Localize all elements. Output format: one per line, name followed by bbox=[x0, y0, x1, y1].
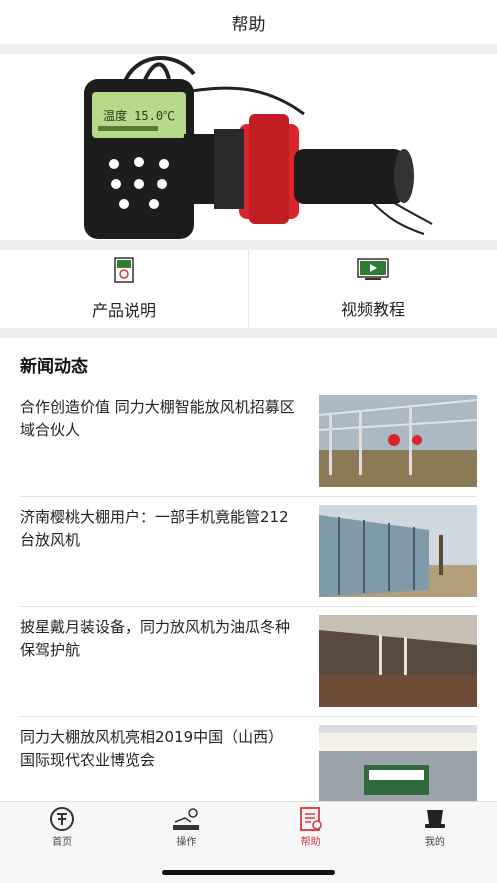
divider bbox=[0, 328, 497, 338]
home-logo-icon bbox=[50, 807, 75, 831]
tab-label: 我的 bbox=[424, 837, 445, 848]
document-icon bbox=[114, 257, 134, 283]
page-header: 帮助 bbox=[0, 0, 497, 44]
divider bbox=[0, 44, 497, 54]
tab-label: 首页 bbox=[52, 837, 73, 848]
news-item-title: 合作创造价值 同力大棚智能放风机招募区域合伙人 bbox=[20, 398, 295, 439]
shortcut-row: 产品说明 视频教程 bbox=[0, 250, 497, 328]
tab-home[interactable]: 首页 bbox=[0, 802, 124, 859]
news-list: 合作创造价值 同力大棚智能放风机招募区域合伙人 济南樱桃大棚用户：一部手机竟能管… bbox=[0, 387, 497, 827]
profile-icon bbox=[424, 810, 445, 828]
shortcut-label: 视频教程 bbox=[340, 300, 405, 319]
tab-label: 操作 bbox=[176, 837, 197, 848]
help-icon bbox=[299, 807, 322, 831]
page-title: 帮助 bbox=[231, 14, 266, 35]
news-item-title: 披星戴月装设备，同力放风机为油瓜冬种保驾护航 bbox=[20, 618, 291, 659]
news-item[interactable]: 济南樱桃大棚用户：一部手机竟能管212台放风机 bbox=[20, 497, 477, 607]
product-manual-button[interactable]: 产品说明 bbox=[0, 250, 248, 328]
news-item-title: 同力大棚放风机亮相2019中国（山西）国际现代农业博览会 bbox=[20, 728, 284, 769]
news-item[interactable]: 合作创造价值 同力大棚智能放风机招募区域合伙人 bbox=[20, 387, 477, 497]
news-item[interactable]: 披星戴月装设备，同力放风机为油瓜冬种保驾护航 bbox=[20, 607, 477, 717]
device-screen-text: 温度 15.0℃ bbox=[102, 108, 174, 123]
news-section-title: 新闻动态 bbox=[20, 357, 88, 377]
video-tutorial-button[interactable]: 视频教程 bbox=[248, 250, 497, 328]
tab-operation[interactable]: 操作 bbox=[124, 802, 248, 859]
video-icon bbox=[357, 258, 389, 280]
news-item-title: 济南樱桃大棚用户：一部手机竟能管212台放风机 bbox=[20, 508, 289, 549]
tab-profile[interactable]: 我的 bbox=[373, 802, 497, 859]
home-indicator bbox=[162, 870, 335, 875]
bottom-tab-bar: 首页 操作 帮助 我的 bbox=[0, 801, 497, 859]
operation-icon bbox=[173, 808, 200, 830]
tab-help[interactable]: 帮助 bbox=[249, 802, 373, 859]
app-screen: 帮助 温度 15.0℃ 产品说明 视频教程 新闻动态 合作创造价值 同力大棚智能… bbox=[0, 0, 497, 883]
tab-label: 帮助 bbox=[300, 837, 321, 848]
product-device-illustration: 温度 15.0℃ bbox=[83, 56, 432, 239]
banner-image[interactable]: 温度 15.0℃ bbox=[0, 54, 497, 240]
news-thumbnail bbox=[319, 615, 477, 707]
news-thumbnail bbox=[319, 395, 477, 487]
news-thumbnail bbox=[319, 505, 477, 597]
shortcut-label: 产品说明 bbox=[91, 301, 156, 320]
divider bbox=[0, 240, 497, 250]
